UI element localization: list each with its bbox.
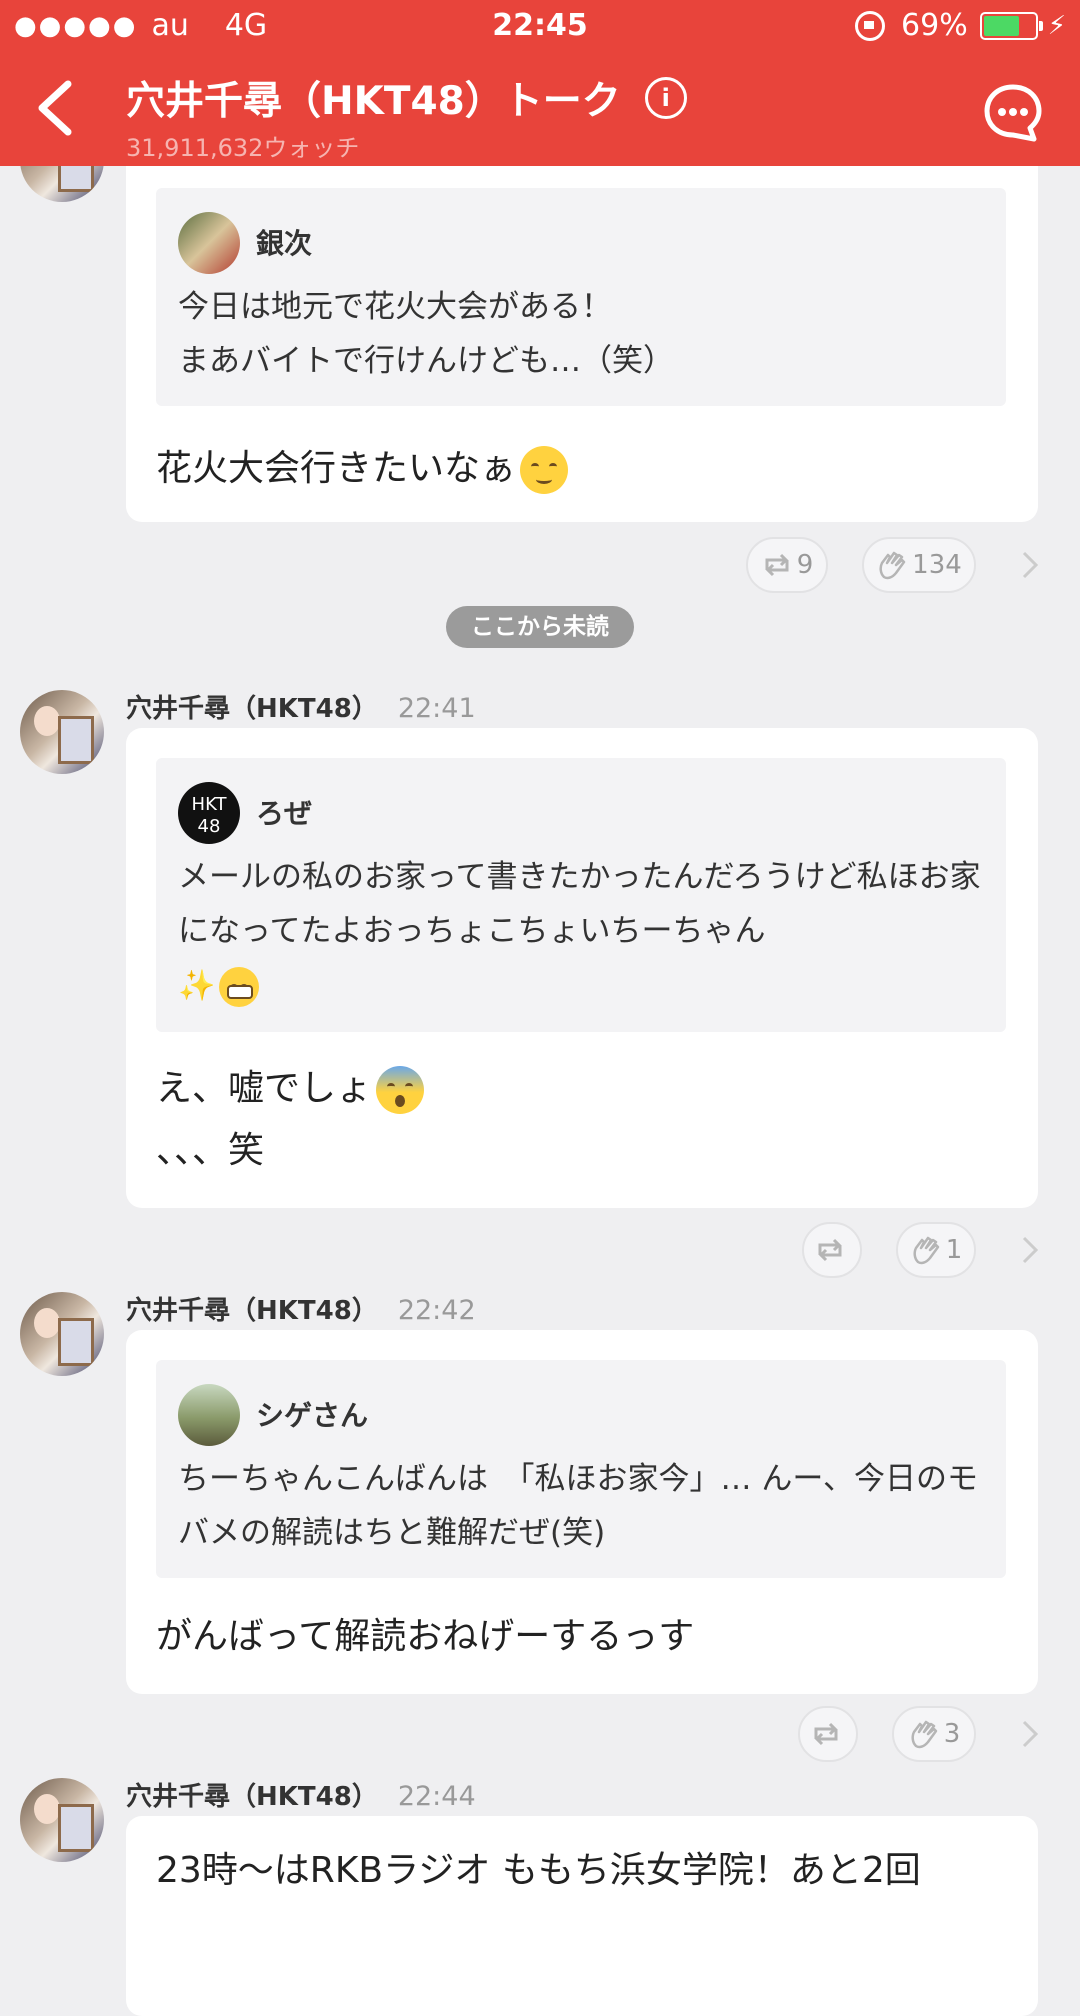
- post-meta: 穴井千尋（HKT48） 22:44: [126, 1776, 476, 1813]
- retweet-button[interactable]: [798, 1706, 858, 1762]
- chevron-right-icon[interactable]: [1020, 550, 1040, 580]
- quoted-user-name: シゲさん: [256, 1399, 369, 1432]
- svg-text:48: 48: [198, 816, 221, 837]
- quoted-text: ちーちゃんこんばんは 「私ほお家今」… んー、今日のモバメの解読はちと難解だぜ(…: [178, 1461, 979, 1551]
- retweet-icon: [814, 1722, 838, 1746]
- sparkles-emoji-icon: ✨: [178, 968, 216, 1004]
- battery-fill: [983, 15, 1019, 36]
- clap-count: 1: [945, 1235, 963, 1265]
- quoted-user-avatar: HKT 48: [178, 782, 240, 844]
- hkt48-logo-icon: HKT48: [192, 794, 228, 837]
- quoted-user-avatar: [178, 1384, 240, 1446]
- message-line: 、、、笑: [156, 1130, 265, 1171]
- retweet-count: 9: [796, 550, 814, 580]
- clap-button[interactable]: 3: [892, 1706, 976, 1762]
- quoted-text: メールの私のお家って書きたかったんだろうけど私ほお家になってたよおっちょこちょい…: [178, 850, 988, 1014]
- message-text: え、嘘でしょ 、、、笑: [156, 1058, 425, 1182]
- clap-hand-icon: [913, 1236, 939, 1265]
- author-avatar[interactable]: [20, 690, 104, 774]
- post-time: 22:41: [397, 693, 476, 724]
- message-line: 花火大会行きたいなぁ: [156, 448, 517, 489]
- post-time: 22:44: [397, 1781, 476, 1812]
- quoted-text-line: メールの私のお家って書きたかったんだろうけど私ほお家になってたよおっちょこちょい…: [178, 859, 981, 949]
- retweet-icon: [818, 1238, 842, 1262]
- talk-title-block[interactable]: 穴井千尋（HKT48）トーク i 31,911,632ウォッチ: [126, 70, 687, 163]
- message-text: がんばって解読おねげーするっす: [156, 1616, 695, 1657]
- fearful-emoji-icon: [376, 1066, 425, 1114]
- quoted-user-name: ろぜ: [256, 797, 313, 830]
- post-time: 22:42: [397, 1295, 476, 1326]
- post-meta: 穴井千尋（HKT48） 22:41: [126, 688, 476, 725]
- grin-emoji-icon: [219, 966, 260, 1007]
- quoted-user-avatar: [178, 212, 240, 274]
- post-card: HKT 48 ろぜ メールの私のお家って書きたかったんだろうけど私ほお家になってた…: [126, 728, 1038, 1208]
- clap-count: 134: [912, 550, 962, 580]
- battery-percent: 69%: [901, 8, 968, 43]
- quoted-reply[interactable]: シゲさん ちーちゃんこんばんは 「私ほお家今」… んー、今日のモバメの解読はちと…: [156, 1360, 1006, 1578]
- watch-count: 31,911,632ウォッチ: [126, 134, 360, 162]
- quoted-reply[interactable]: 銀次 今日は地元で花火大会がある！ まあバイトで行けんけども…（笑）: [156, 188, 1006, 406]
- comment-bubble-icon[interactable]: [982, 82, 1044, 144]
- retweet-button[interactable]: 9: [746, 537, 828, 593]
- author-name[interactable]: 穴井千尋（HKT48）: [126, 694, 378, 724]
- blush-emoji-icon: [520, 446, 569, 494]
- author-avatar[interactable]: [20, 1292, 104, 1376]
- info-icon[interactable]: i: [644, 77, 687, 119]
- author-name[interactable]: 穴井千尋（HKT48）: [126, 1782, 378, 1812]
- post-card: シゲさん ちーちゃんこんばんは 「私ほお家今」… んー、今日のモバメの解読はちと…: [126, 1330, 1038, 1694]
- post-card: 23時〜はRKBラジオ ももち浜女学院！あと2回: [126, 1816, 1038, 2016]
- chevron-right-icon[interactable]: [1020, 1235, 1040, 1265]
- message-line: え、嘘でしょ: [156, 1068, 373, 1109]
- retweet-button[interactable]: [802, 1222, 862, 1278]
- post-meta: 穴井千尋（HKT48） 22:42: [126, 1290, 476, 1327]
- charging-icon: ⚡: [1047, 10, 1066, 41]
- quoted-text: 今日は地元で花火大会がある！ まあバイトで行けんけども…（笑）: [178, 289, 674, 379]
- status-bar: ●●●●● au 4G 22:45 69% ⚡: [0, 0, 1080, 54]
- unread-divider: ここから未読: [446, 606, 634, 648]
- clap-hand-icon: [879, 551, 906, 580]
- post-card: 銀次 今日は地元で花火大会がある！ まあバイトで行けんけども…（笑） 花火大会行…: [126, 150, 1038, 522]
- back-arrow-icon[interactable]: [30, 78, 84, 138]
- author-avatar[interactable]: [20, 1778, 104, 1862]
- message-text: 花火大会行きたいなぁ: [156, 438, 569, 500]
- clap-count: 3: [943, 1719, 961, 1749]
- quoted-reply[interactable]: HKT 48 ろぜ メールの私のお家って書きたかったんだろうけど私ほお家になってた…: [156, 758, 1006, 1032]
- rotation-lock-icon: [855, 10, 886, 41]
- chevron-right-icon[interactable]: [1020, 1719, 1040, 1749]
- retweet-icon: [765, 553, 789, 577]
- clap-button[interactable]: 134: [862, 537, 976, 593]
- author-name[interactable]: 穴井千尋（HKT48）: [126, 1296, 378, 1326]
- quoted-user-name: 銀次: [256, 227, 313, 260]
- clap-hand-icon: [911, 1720, 937, 1749]
- battery-icon: [979, 11, 1043, 40]
- app-header: ●●●●● au 4G 22:45 69% ⚡ 穴井千尋（HKT48）トーク i…: [0, 0, 1080, 166]
- clap-button[interactable]: 1: [896, 1222, 976, 1278]
- page-title: 穴井千尋（HKT48）トーク: [126, 79, 621, 124]
- message-text: 23時〜はRKBラジオ ももち浜女学院！あと2回: [156, 1850, 921, 1891]
- svg-text:HKT: HKT: [192, 794, 228, 815]
